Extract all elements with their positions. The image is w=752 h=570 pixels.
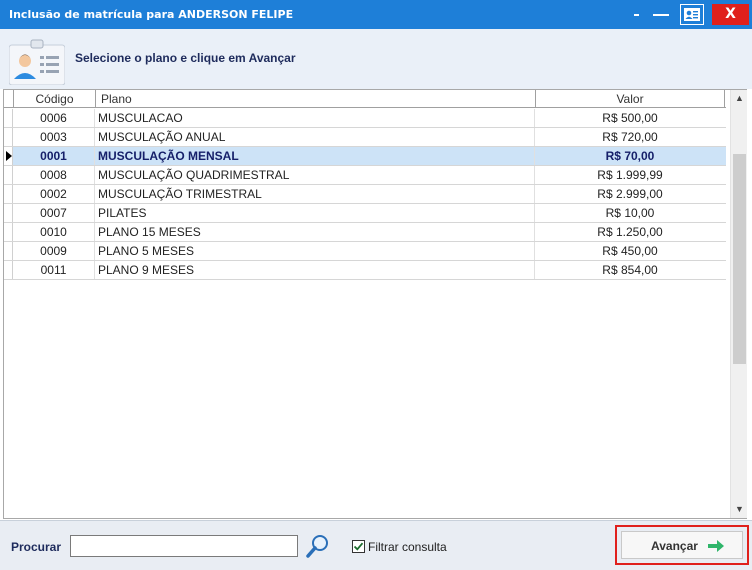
cell-plano: MUSCULACAO: [95, 109, 535, 127]
cell-codigo: 0010: [13, 223, 95, 241]
table-row[interactable]: 0009 PLANO 5 MESES R$ 450,00: [4, 242, 726, 261]
footer-bar: Procurar Filtrar consulta Avançar: [0, 520, 752, 570]
id-card-button[interactable]: [680, 4, 704, 25]
maximize-button[interactable]: [650, 4, 672, 25]
user-profile-icon: [8, 37, 66, 86]
minimize-button[interactable]: [627, 4, 645, 25]
next-button-label: Avançar: [651, 539, 698, 553]
search-label: Procurar: [11, 540, 62, 554]
row-indicator: [4, 223, 13, 241]
table-row[interactable]: 0006 MUSCULACAO R$ 500,00: [4, 109, 726, 128]
cell-plano: PLANO 5 MESES: [95, 242, 535, 260]
table-row[interactable]: 0010 PLANO 15 MESES R$ 1.250,00: [4, 223, 726, 242]
plans-table: Código Plano Valor 0006 MUSCULACAO R$ 500,…: [3, 89, 747, 519]
search-button[interactable]: [304, 532, 332, 560]
table-header: Código Plano Valor: [4, 90, 726, 108]
table-row[interactable]: 0008 MUSCULAÇÃO QUADRIMESTRAL R$ 1.999,99: [4, 166, 726, 185]
current-row-arrow-icon: [6, 151, 12, 161]
row-indicator: [4, 261, 13, 279]
cell-plano: MUSCULAÇÃO TRIMESTRAL: [95, 185, 535, 203]
column-header-plano[interactable]: Plano: [95, 90, 535, 108]
table-row[interactable]: 0011 PLANO 9 MESES R$ 854,00: [4, 261, 726, 280]
table-row[interactable]: 0007 PILATES R$ 10,00: [4, 204, 726, 223]
filter-label: Filtrar consulta: [368, 540, 447, 554]
instruction-text: Selecione o plano e clique em Avançar: [75, 51, 296, 65]
row-indicator: [4, 166, 13, 184]
header-panel: Selecione o plano e clique em Avançar: [0, 29, 752, 89]
row-indicator: [4, 109, 13, 127]
cell-codigo: 0006: [13, 109, 95, 127]
row-indicator: [4, 128, 13, 146]
cell-valor: R$ 450,00: [602, 244, 658, 258]
close-button[interactable]: X: [712, 4, 749, 25]
scroll-down-icon[interactable]: ▼: [731, 501, 748, 518]
scrollbar-thumb[interactable]: [733, 154, 746, 364]
row-indicator: [4, 185, 13, 203]
cell-codigo: 0002: [13, 185, 95, 203]
cell-valor: R$ 500,00: [602, 111, 658, 125]
cell-codigo: 0003: [13, 128, 95, 146]
magnifier-icon: [306, 535, 328, 558]
table-row[interactable]: 0003 MUSCULAÇÃO ANUAL R$ 720,00: [4, 128, 726, 147]
vertical-scrollbar[interactable]: ▲ ▼: [730, 90, 747, 518]
cell-plano: PLANO 15 MESES: [95, 223, 535, 241]
cell-valor: R$ 1.999,99: [597, 168, 663, 182]
window-title: Inclusão de matrícula para ANDERSON FELI…: [9, 8, 294, 21]
table-row[interactable]: 0002 MUSCULAÇÃO TRIMESTRAL R$ 2.999,00: [4, 185, 726, 204]
filter-checkbox[interactable]: [352, 540, 365, 553]
next-button[interactable]: Avançar: [621, 531, 743, 559]
checkmark-icon: [353, 542, 364, 551]
cell-codigo: 0009: [13, 242, 95, 260]
search-input[interactable]: [70, 535, 298, 557]
cell-plano: PILATES: [95, 204, 535, 222]
cell-codigo: 0008: [13, 166, 95, 184]
row-indicator: [4, 242, 13, 260]
scroll-up-icon[interactable]: ▲: [731, 90, 748, 107]
id-card-icon: [684, 8, 700, 21]
next-button-highlight: Avançar: [615, 525, 749, 565]
cell-valor: R$ 2.999,00: [597, 187, 663, 201]
cell-plano: MUSCULAÇÃO ANUAL: [95, 128, 535, 146]
row-indicator: [4, 204, 13, 222]
cell-plano: PLANO 9 MESES: [95, 261, 535, 279]
cell-codigo: 0011: [13, 261, 95, 279]
column-header-valor[interactable]: Valor: [535, 90, 725, 108]
row-indicator: [4, 147, 13, 165]
arrow-right-icon: [708, 540, 724, 552]
cell-valor: R$ 1.250,00: [597, 225, 663, 239]
cell-valor: R$ 10,00: [605, 206, 655, 220]
column-header-codigo[interactable]: Código: [13, 90, 95, 108]
cell-valor: R$ 854,00: [602, 263, 658, 277]
cell-valor: R$ 720,00: [602, 130, 658, 144]
table-row[interactable]: 0001 MUSCULAÇÃO MENSAL R$ 70,00: [4, 147, 726, 166]
cell-codigo: 0001: [13, 147, 95, 165]
cell-plano: MUSCULAÇÃO QUADRIMESTRAL: [95, 166, 535, 184]
cell-codigo: 0007: [13, 204, 95, 222]
cell-valor: R$ 70,00: [605, 149, 655, 163]
cell-plano: MUSCULAÇÃO MENSAL: [95, 147, 535, 165]
indicator-column-header: [4, 90, 13, 108]
title-bar: Inclusão de matrícula para ANDERSON FELI…: [0, 0, 752, 29]
